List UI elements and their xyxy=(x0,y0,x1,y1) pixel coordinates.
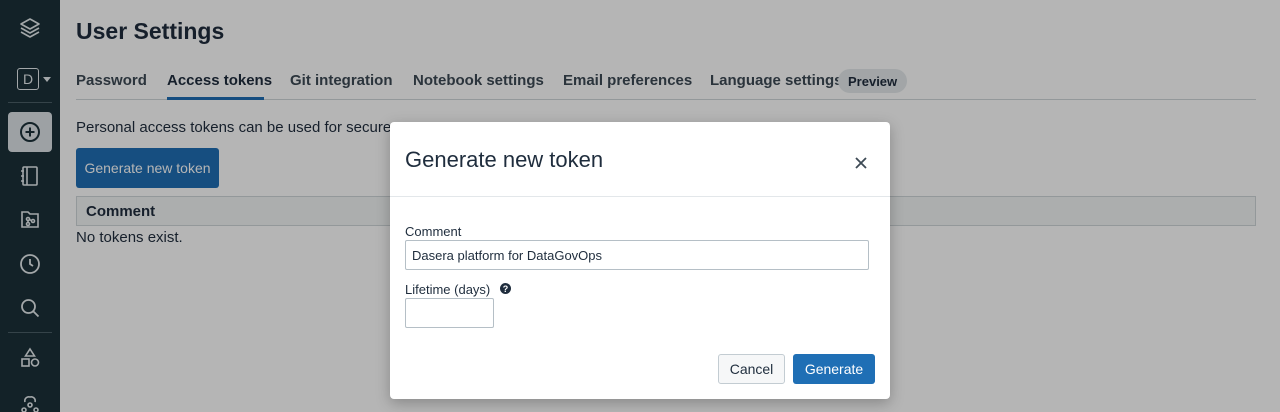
dialog-title: Generate new token xyxy=(405,147,604,172)
comment-input[interactable] xyxy=(405,240,869,270)
generate-button[interactable]: Generate xyxy=(793,354,875,384)
close-icon[interactable] xyxy=(850,152,872,174)
lifetime-input[interactable] xyxy=(405,298,494,328)
help-icon[interactable]: ? xyxy=(500,283,511,294)
dialog-divider xyxy=(390,196,890,197)
comment-label: Comment xyxy=(405,224,462,239)
generate-token-dialog: Generate new token Comment Lifetime (day… xyxy=(390,122,890,399)
lifetime-label: Lifetime (days) xyxy=(405,282,491,297)
cancel-button[interactable]: Cancel xyxy=(718,354,785,384)
